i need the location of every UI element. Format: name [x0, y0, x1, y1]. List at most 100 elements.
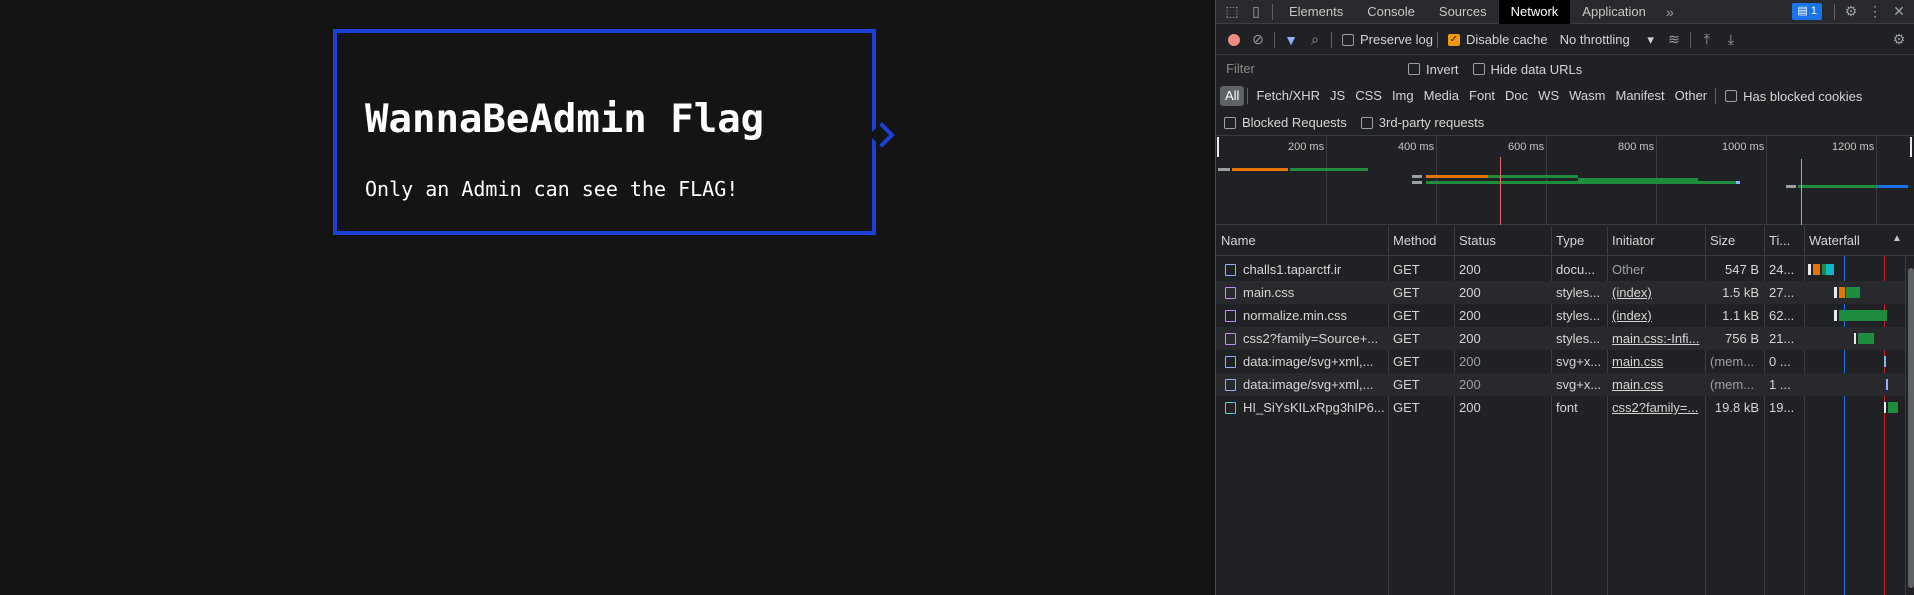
hide-data-urls-checkbox[interactable]: Hide data URLs — [1472, 62, 1582, 77]
type-filter-wasm[interactable]: Wasm — [1564, 86, 1610, 106]
type-filter-manifest[interactable]: Manifest — [1610, 86, 1669, 106]
request-name[interactable]: css2?family=Source+... — [1238, 327, 1388, 350]
filter-input[interactable]: Filter — [1222, 59, 1402, 79]
has-blocked-cookies-box[interactable] — [1725, 90, 1738, 102]
network-overview[interactable]: 200 ms 400 ms 600 ms 800 ms 1000 ms 1200… — [1216, 137, 1914, 225]
overview-tick-1200: 1200 ms — [1832, 141, 1875, 153]
request-initiator[interactable]: main.css — [1607, 350, 1705, 373]
request-time: 0 ... — [1769, 354, 1791, 369]
table-row[interactable]: normalize.min.css GET 200 styles... (index) 1… — [1216, 304, 1914, 327]
type-filter-img[interactable]: Img — [1387, 86, 1419, 106]
column-status[interactable]: Status — [1454, 226, 1551, 256]
request-initiator: Other — [1612, 262, 1645, 277]
type-filter-js[interactable]: JS — [1325, 86, 1350, 106]
waterfall-bar — [1854, 333, 1856, 344]
import-har-icon[interactable]: ⤒ — [1695, 29, 1719, 51]
search-icon[interactable]: ⌕ — [1303, 29, 1327, 51]
request-size: (mem... — [1710, 377, 1755, 392]
column-type[interactable]: Type — [1551, 226, 1607, 256]
request-size: 19.8 kB — [1714, 400, 1759, 415]
column-size[interactable]: Size — [1705, 226, 1764, 256]
column-method[interactable]: Method — [1388, 226, 1454, 256]
request-name[interactable]: HI_SiYsKILxRpg3hIP6... — [1238, 396, 1388, 419]
request-initiator[interactable]: main.css — [1607, 373, 1705, 396]
network-conditions-icon[interactable]: ≋ — [1662, 29, 1686, 51]
column-time[interactable]: Ti... — [1764, 226, 1804, 256]
type-filter-doc[interactable]: Doc — [1500, 86, 1533, 106]
invert-box[interactable] — [1408, 63, 1420, 75]
request-initiator[interactable]: (index) — [1607, 281, 1705, 304]
third-party-checkbox[interactable]: 3rd-party requests — [1360, 115, 1484, 130]
request-name[interactable]: normalize.min.css — [1238, 304, 1388, 327]
column-initiator[interactable]: Initiator — [1607, 226, 1705, 256]
device-toolbar-icon[interactable]: ▯ — [1244, 1, 1268, 23]
blocked-requests-box[interactable] — [1224, 116, 1236, 129]
overview-tick-200: 200 ms — [1288, 141, 1325, 153]
inspect-element-icon[interactable]: ⬚ — [1220, 1, 1244, 23]
request-name[interactable]: challs1.taparctf.ir — [1238, 258, 1388, 281]
stylesheet-icon — [1225, 333, 1236, 345]
table-row[interactable]: HI_SiYsKILxRpg3hIP6... GET 200 font css2?fam… — [1216, 396, 1914, 419]
blocked-requests-row: Blocked Requests 3rd-party requests — [1216, 110, 1914, 136]
record-button[interactable] — [1222, 29, 1246, 51]
more-tabs-icon[interactable]: » — [1658, 1, 1682, 23]
column-name[interactable]: Name — [1216, 226, 1388, 256]
filter-funnel-icon[interactable]: ▼ — [1279, 29, 1303, 51]
column-waterfall[interactable]: Waterfall — [1804, 226, 1904, 256]
tab-elements[interactable]: Elements — [1277, 0, 1355, 24]
request-name[interactable]: data:image/svg+xml,... — [1238, 350, 1388, 373]
clear-icon[interactable]: ⊘ — [1246, 29, 1270, 51]
preserve-log-checkbox[interactable]: Preserve log — [1342, 32, 1433, 47]
record-icon — [1228, 33, 1240, 46]
table-row[interactable]: main.css GET 200 styles... (index) 1.5 kB 27..… — [1216, 281, 1914, 304]
request-status: 200 — [1459, 377, 1481, 392]
tab-application[interactable]: Application — [1570, 0, 1658, 24]
stylesheet-icon — [1225, 310, 1236, 322]
speech-bubble: WannaBeAdmin Flag Only an Admin can see … — [333, 29, 876, 235]
disable-cache-box[interactable]: ✓ — [1447, 33, 1460, 46]
export-har-icon[interactable]: ⤓ — [1719, 29, 1743, 51]
throttling-select[interactable]: No throttling ▾ — [1560, 32, 1654, 48]
kebab-menu-icon[interactable]: ⋮ — [1863, 1, 1887, 23]
table-scrollbar-thumb[interactable] — [1908, 268, 1914, 588]
tab-network[interactable]: Network — [1498, 0, 1571, 24]
type-filter-fetch-xhr[interactable]: Fetch/XHR — [1251, 86, 1325, 106]
invert-label: Invert — [1426, 61, 1459, 77]
type-filter-media[interactable]: Media — [1419, 86, 1464, 106]
table-row[interactable]: css2?family=Source+... GET 200 styles... mai… — [1216, 327, 1914, 350]
type-filter-ws[interactable]: WS — [1533, 86, 1564, 106]
tab-sources[interactable]: Sources — [1427, 0, 1499, 24]
preserve-log-box[interactable] — [1342, 33, 1354, 46]
type-filter-font[interactable]: Font — [1464, 86, 1500, 106]
request-name[interactable]: main.css — [1238, 281, 1388, 304]
request-initiator[interactable]: main.css:-Infi... — [1607, 327, 1705, 350]
invert-checkbox[interactable]: Invert — [1408, 62, 1459, 77]
request-method: GET — [1393, 262, 1420, 277]
blocked-requests-checkbox[interactable]: Blocked Requests — [1224, 115, 1347, 130]
tab-console[interactable]: Console — [1355, 0, 1427, 24]
table-row[interactable]: data:image/svg+xml,... GET 200 svg+x... main… — [1216, 373, 1914, 396]
request-method: GET — [1393, 308, 1420, 323]
sort-ascending-icon[interactable]: ▲ — [1892, 233, 1902, 244]
table-scrollbar[interactable] — [1905, 256, 1914, 595]
network-settings-icon[interactable]: ⚙ — [1887, 29, 1911, 51]
page-heading: WannaBeAdmin Flag — [365, 97, 765, 142]
disable-cache-checkbox[interactable]: ✓ Disable cache — [1447, 32, 1548, 47]
table-row[interactable]: data:image/svg+xml,... GET 200 svg+x... main… — [1216, 350, 1914, 373]
request-initiator[interactable]: (index) — [1607, 304, 1705, 327]
issues-button[interactable]: ▤ 1 — [1792, 3, 1822, 20]
request-name[interactable]: data:image/svg+xml,... — [1238, 373, 1388, 396]
request-size: 547 B — [1725, 262, 1759, 277]
type-filter-all[interactable]: All — [1220, 86, 1245, 106]
close-icon[interactable]: ✕ — [1887, 1, 1911, 23]
hide-data-urls-box[interactable] — [1472, 63, 1485, 75]
request-status: 200 — [1459, 262, 1481, 277]
has-blocked-cookies-checkbox[interactable]: Has blocked cookies — [1725, 89, 1862, 104]
type-filter-css[interactable]: CSS — [1350, 86, 1387, 106]
request-initiator[interactable]: css2?family=... — [1607, 396, 1705, 419]
settings-gear-icon[interactable]: ⚙ — [1839, 1, 1863, 23]
request-time: 19... — [1769, 400, 1795, 415]
table-row[interactable]: challs1.taparctf.ir GET 200 docu... Other 547… — [1216, 258, 1914, 281]
third-party-box[interactable] — [1360, 116, 1373, 129]
type-filter-other[interactable]: Other — [1670, 86, 1713, 106]
